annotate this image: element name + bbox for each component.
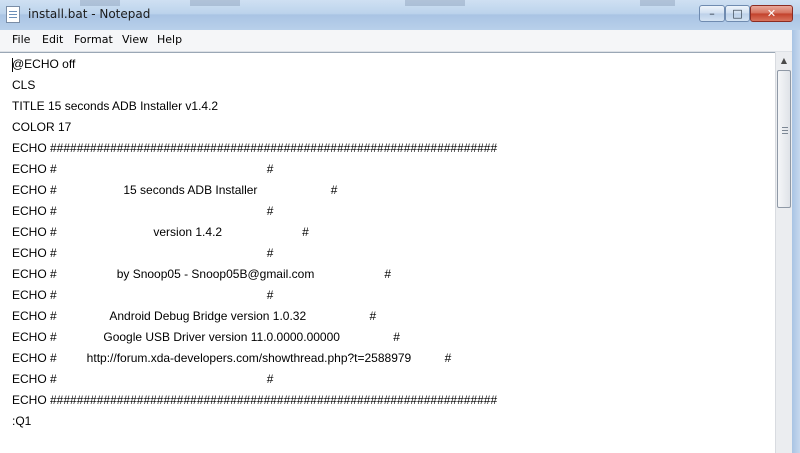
text-line: ECHO # # [12,162,274,176]
text-line: ECHO ###################################… [12,141,498,155]
vertical-scrollbar[interactable]: ▲ [775,52,792,453]
text-line: ECHO # by Snoop05 - Snoop05B@gmail.com # [12,267,392,281]
maximize-button[interactable]: □ [725,5,750,22]
window-frame [792,30,800,453]
maximize-icon: □ [732,7,743,20]
notepad-window: install.bat - Notepad – □ ✕ File Edit Fo… [0,0,800,453]
text-line: ECHO # # [12,288,274,302]
scroll-up-arrow-icon[interactable]: ▲ [776,52,792,69]
background-window-hint [190,0,240,6]
background-window-hint [640,0,675,6]
scrollbar-thumb[interactable] [777,70,791,208]
text-line: ECHO # # [12,372,274,386]
text-line: @ECHO off [12,57,76,71]
background-window-hint [80,0,120,6]
text-line: TITLE 15 seconds ADB Installer v1.4.2 [12,99,219,113]
menu-bar: File Edit Format View Help [0,30,800,52]
close-button[interactable]: ✕ [750,5,793,22]
text-line: ECHO # # [12,204,274,218]
menu-file[interactable]: File [12,33,30,46]
menu-edit[interactable]: Edit [42,33,63,46]
text-line: :Q1 [12,414,32,428]
text-line: COLOR 17 [12,120,72,134]
text-line: ECHO # version 1.4.2 # [12,225,309,239]
text-line: ECHO # http://forum.xda-developers.com/s… [12,351,452,365]
text-line: ECHO # Android Debug Bridge version 1.0.… [12,309,377,323]
close-icon: ✕ [766,7,777,20]
text-line: ECHO # # [12,246,274,260]
menu-help[interactable]: Help [157,33,182,46]
menu-view[interactable]: View [122,33,148,46]
text-editor[interactable]: @ECHO off CLS TITLE 15 seconds ADB Insta… [0,52,775,453]
text-line: ECHO # 15 seconds ADB Installer # [12,183,338,197]
minimize-icon: – [709,7,715,20]
menu-format[interactable]: Format [74,33,113,46]
notepad-icon[interactable] [6,6,20,23]
minimize-button[interactable]: – [699,5,725,22]
background-window-hint [405,0,465,6]
text-line: ECHO ###################################… [12,393,498,407]
text-line: ECHO # Google USB Driver version 11.0.00… [12,330,400,344]
text-line: CLS [12,78,36,92]
window-title: install.bat - Notepad [28,7,151,21]
title-bar[interactable]: install.bat - Notepad – □ ✕ [0,0,800,30]
